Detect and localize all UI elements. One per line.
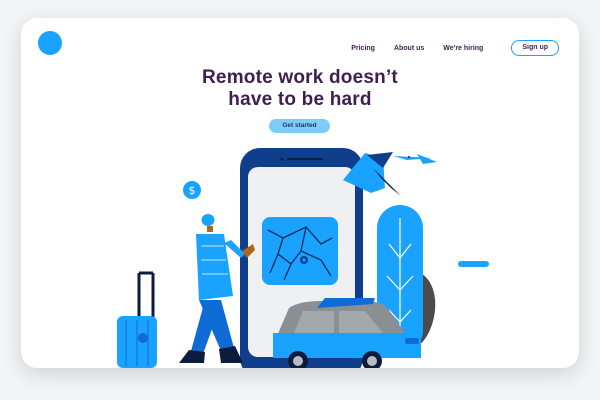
page-card: Pricing About us We're hiring Sign up Re…: [21, 18, 579, 368]
suitcase-illustration: [117, 271, 157, 368]
dollar-icon: $: [183, 181, 201, 199]
hero-illustration: $: [117, 148, 489, 368]
svg-text:$: $: [189, 184, 196, 197]
